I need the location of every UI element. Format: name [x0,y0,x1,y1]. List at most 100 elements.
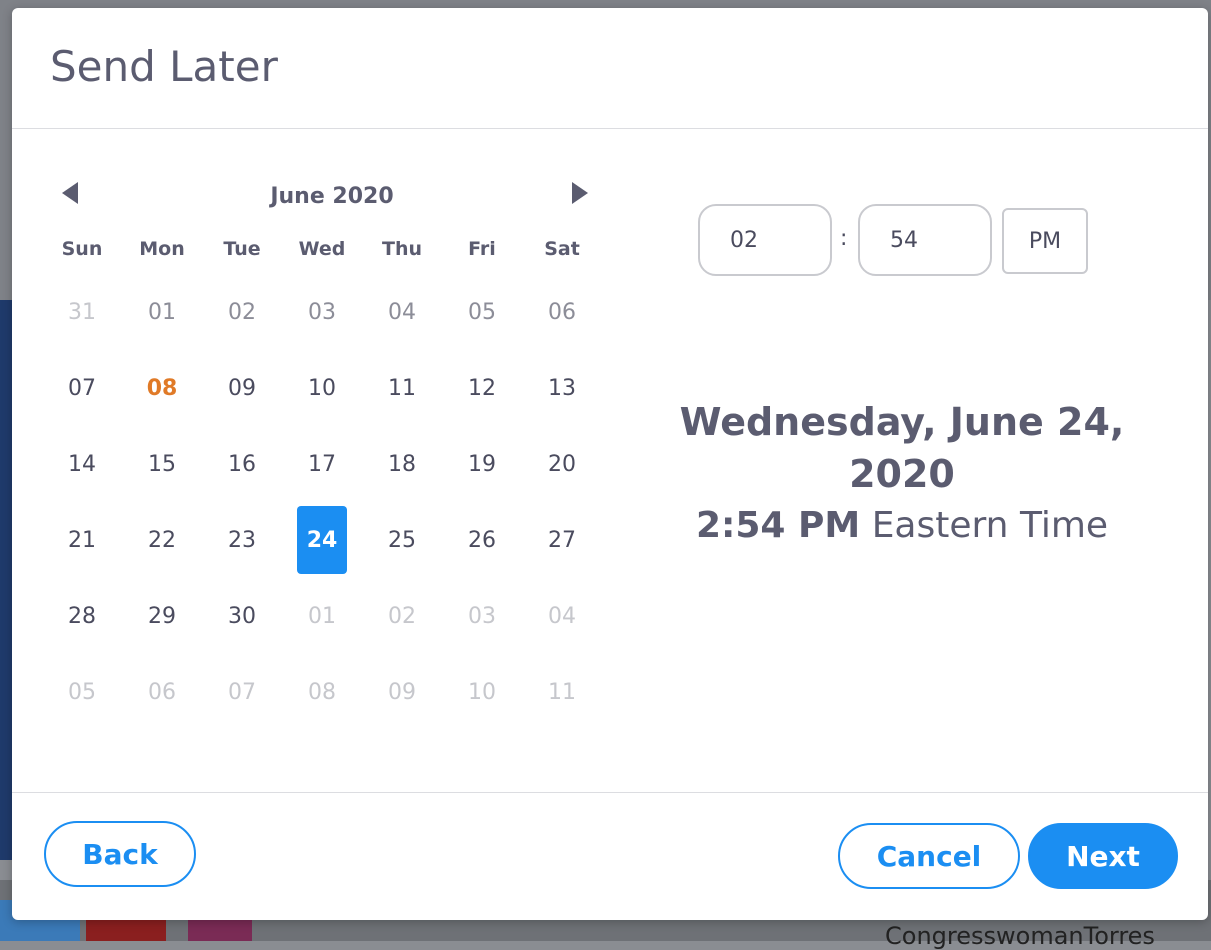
background-footer-text: CongresswomanTorres [885,922,1155,950]
calendar-grid: 31 01 02 03 04 05 06 07 08 09 10 11 12 13 14 15 16 17 18 19… [42,274,622,730]
time-separator: : [840,226,848,251]
calendar-day[interactable]: 28 [42,582,122,650]
calendar-day[interactable]: 22 [122,506,202,574]
calendar-day[interactable]: 04 [362,278,442,346]
calendar-day-number: 31 [68,299,96,325]
calendar-day-number: 08 [146,375,178,401]
calendar-day[interactable]: 05 [442,278,522,346]
calendar-day-number: 10 [468,679,496,705]
calendar-day[interactable]: 25 [362,506,442,574]
calendar-day[interactable]: 02 [362,582,442,650]
calendar-day-number: 22 [148,527,176,553]
scheduled-summary: Wednesday, June 24, 2020 2:54 PM Eastern… [622,396,1182,552]
calendar-day-today[interactable]: 08 [122,354,202,422]
scheduled-time: 2:54 PM [695,505,861,546]
dialog-header: Send Later [12,8,1208,129]
calendar-day[interactable]: 02 [202,278,282,346]
calendar-week-row: 31 01 02 03 04 05 06 [42,274,622,350]
calendar-day-number: 11 [388,375,416,401]
calendar-day-number: 15 [148,451,176,477]
calendar-day[interactable]: 09 [202,354,282,422]
scheduled-time-line: 2:54 PM Eastern Time [622,500,1182,552]
calendar-day[interactable]: 06 [522,278,602,346]
calendar-week-row: 14 15 16 17 18 19 20 [42,426,622,502]
calendar-day-number: 28 [68,603,96,629]
calendar-day[interactable]: 31 [42,278,122,346]
calendar-day[interactable]: 07 [42,354,122,422]
calendar-day-number: 30 [228,603,256,629]
calendar-day[interactable]: 08 [282,658,362,726]
month-label: June 2020 [270,184,394,209]
minute-input[interactable] [858,204,992,276]
calendar-day-number: 03 [308,299,336,325]
calendar-day[interactable]: 29 [122,582,202,650]
calendar-day-number: 01 [148,299,176,325]
calendar-day[interactable]: 03 [442,582,522,650]
calendar-day[interactable]: 27 [522,506,602,574]
hour-input[interactable] [698,204,832,276]
calendar-day[interactable]: 16 [202,430,282,498]
calendar-day[interactable]: 11 [522,658,602,726]
calendar-day[interactable]: 09 [362,658,442,726]
calendar-day[interactable]: 23 [202,506,282,574]
cancel-button[interactable]: Cancel [838,823,1020,889]
calendar-day-number: 09 [388,679,416,705]
calendar-day-number: 18 [388,451,416,477]
dialog-footer: Back Cancel Next [12,792,1208,920]
calendar-day[interactable]: 12 [442,354,522,422]
calendar-day[interactable]: 03 [282,278,362,346]
calendar-day[interactable]: 06 [122,658,202,726]
calendar-day[interactable]: 10 [442,658,522,726]
send-later-dialog: Send Later June 2020 Sun Mon Tue Wed Thu Fri S… [12,8,1208,920]
calendar-day[interactable]: 07 [202,658,282,726]
calendar-day[interactable]: 19 [442,430,522,498]
calendar-day-number: 26 [468,527,496,553]
calendar-day[interactable]: 20 [522,430,602,498]
calendar-day-number: 11 [548,679,576,705]
calendar-day[interactable]: 13 [522,354,602,422]
back-button[interactable]: Back [44,821,196,887]
calendar-day-number: 02 [388,603,416,629]
calendar-day[interactable]: 01 [122,278,202,346]
calendar-day-number: 19 [468,451,496,477]
calendar-day-number: 07 [68,375,96,401]
calendar-day-number: 29 [148,603,176,629]
weekday-label: Tue [223,238,261,260]
calendar-day-number: 03 [468,603,496,629]
calendar-day-number: 07 [228,679,256,705]
am-pm-toggle[interactable]: PM [1002,208,1088,274]
calendar-day[interactable]: 05 [42,658,122,726]
calendar-day[interactable]: 01 [282,582,362,650]
calendar-day[interactable]: 17 [282,430,362,498]
weekday-label: Wed [298,238,346,260]
calendar-week-row: 05 06 07 08 09 10 11 [42,654,622,730]
calendar-day-number: 16 [228,451,256,477]
calendar-day[interactable]: 04 [522,582,602,650]
calendar-week-row: 21 22 23 24 25 26 27 [42,502,622,578]
weekday-label: Sun [61,238,103,260]
next-month-icon[interactable] [572,182,588,204]
calendar-day[interactable]: 10 [282,354,362,422]
calendar-header: June 2020 [42,168,622,224]
next-button[interactable]: Next [1028,823,1178,889]
calendar-day-number: 09 [228,375,256,401]
calendar-day[interactable]: 30 [202,582,282,650]
calendar-day[interactable]: 18 [362,430,442,498]
calendar-day[interactable]: 21 [42,506,122,574]
calendar-day-number: 02 [228,299,256,325]
calendar-day-number: 13 [548,375,576,401]
calendar-day-number: 05 [468,299,496,325]
weekday-label: Mon [139,238,185,260]
calendar: June 2020 Sun Mon Tue Wed Thu Fri Sat 31 01 02 03… [42,168,622,730]
timezone-label: Eastern Time [871,505,1109,546]
calendar-day-number: 23 [228,527,256,553]
calendar-day-number: 17 [308,451,336,477]
weekday-header-row: Sun Mon Tue Wed Thu Fri Sat [42,224,622,274]
calendar-day-number: 27 [548,527,576,553]
calendar-day[interactable]: 11 [362,354,442,422]
calendar-day[interactable]: 15 [122,430,202,498]
calendar-day[interactable]: 26 [442,506,522,574]
calendar-day-number: 08 [308,679,336,705]
calendar-day[interactable]: 14 [42,430,122,498]
calendar-day-selected[interactable]: 24 [282,506,362,574]
